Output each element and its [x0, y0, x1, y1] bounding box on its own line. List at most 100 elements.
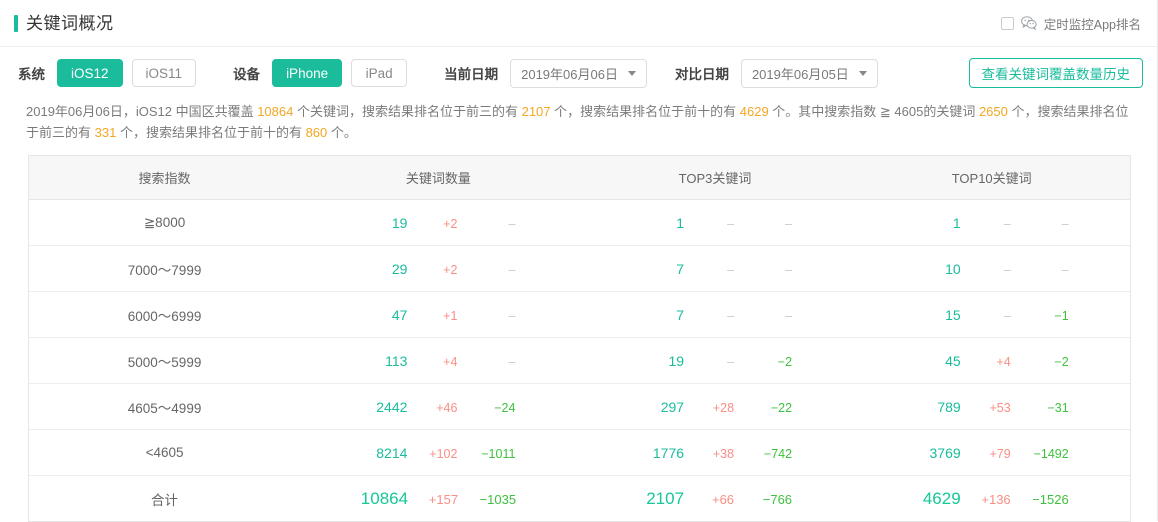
- monitor-checkbox[interactable]: [1001, 17, 1014, 30]
- device-option-ipad[interactable]: iPad: [351, 59, 407, 87]
- table-header-row: 搜索指数 关键词数量 TOP3关键词 TOP10关键词: [29, 156, 1130, 200]
- metric-value: 1: [915, 215, 961, 231]
- metric-value: 8214: [361, 445, 407, 461]
- system-option-ios12[interactable]: iOS12: [57, 59, 123, 87]
- panel-header: 关键词概况 定时监控App排名: [0, 0, 1157, 47]
- table-row: ≧800019+2–1––1––: [29, 200, 1130, 246]
- search-index-label: 6000～6999: [128, 309, 202, 324]
- summary-indexed-top3: 331: [95, 125, 117, 140]
- filter-bar: 系统 iOS12 iOS11 设备 iPhone iPad 当前日期 2019年…: [0, 47, 1157, 99]
- summary-top10-count: 4629: [740, 104, 769, 119]
- metric-value: 29: [361, 261, 407, 277]
- table-body: ≧800019+2–1––1––7000～799929+2–7––10––600…: [29, 200, 1130, 522]
- cell-search-index: <4605: [29, 430, 300, 476]
- metric-delta-up: +79: [961, 447, 1011, 461]
- compare-date-select[interactable]: 2019年06月05日: [741, 59, 878, 88]
- metric-group: 4629+136−1526: [853, 489, 1130, 509]
- metric-delta-up: +102: [407, 447, 457, 461]
- metric-group: 2107+66−766: [577, 489, 854, 509]
- table-row: 4605～49992442+46−24297+28−22789+53−31: [29, 384, 1130, 430]
- metric-value: 3769: [915, 445, 961, 461]
- metric-value: 1: [638, 215, 684, 231]
- metric-delta-down: −24: [457, 401, 515, 415]
- cell-search-index: 6000～6999: [29, 292, 300, 338]
- metric-group: 1776+38−742: [577, 445, 854, 461]
- cell-keyword-count: 47+1–: [300, 292, 577, 338]
- cell-top3: 19–−2: [577, 338, 854, 384]
- cell-top10: 4629+136−1526: [853, 476, 1130, 522]
- metric-group: 45+4−2: [853, 353, 1130, 369]
- metric-delta-up: –: [684, 355, 734, 369]
- metric-group: 47+1–: [300, 307, 577, 323]
- system-option-ios11[interactable]: iOS11: [132, 59, 197, 87]
- cell-keyword-count: 19+2–: [300, 200, 577, 246]
- cell-top3: 7––: [577, 292, 854, 338]
- metric-delta-down: –: [1011, 217, 1069, 231]
- table-row: 合计10864+157−10352107+66−7664629+136−1526: [29, 476, 1130, 522]
- metric-delta-up: +38: [684, 447, 734, 461]
- search-index-label: 4605～4999: [128, 401, 202, 416]
- metric-delta-down: –: [734, 263, 792, 277]
- current-date-label: 当前日期: [444, 63, 498, 83]
- keyword-table-container: 搜索指数 关键词数量 TOP3关键词 TOP10关键词 ≧800019+2–1–…: [28, 155, 1131, 522]
- metric-group: 19+2–: [300, 215, 577, 231]
- summary-text: 2019年06月06日，iOS12 中国区共覆盖 10864 个关键词，搜索结果…: [0, 99, 1157, 143]
- device-label: 设备: [233, 63, 260, 83]
- keyword-overview-page: 关键词概况 定时监控App排名 系统 iOS12 iOS11: [0, 0, 1158, 521]
- metric-delta-down: −31: [1011, 401, 1069, 415]
- cell-keyword-count: 10864+157−1035: [300, 476, 577, 522]
- current-date-value: 2019年06月06日: [521, 64, 618, 83]
- cell-top10: 789+53−31: [853, 384, 1130, 430]
- cell-keyword-count: 29+2–: [300, 246, 577, 292]
- compare-date-label: 对比日期: [675, 63, 729, 83]
- metric-delta-up: +136: [961, 492, 1011, 507]
- cell-top10: 10––: [853, 246, 1130, 292]
- page-title-text: 关键词概况: [26, 15, 114, 32]
- column-header-keyword-count: 关键词数量: [300, 156, 577, 200]
- cell-search-index: ≧8000: [29, 200, 300, 246]
- metric-value: 10: [915, 261, 961, 277]
- chevron-down-icon: [628, 71, 636, 76]
- view-coverage-history-button[interactable]: 查看关键词覆盖数量历史: [969, 58, 1144, 88]
- metric-delta-up: –: [961, 217, 1011, 231]
- metric-delta-down: –: [457, 263, 515, 277]
- metric-delta-down: –: [734, 217, 792, 231]
- metric-delta-down: −22: [734, 401, 792, 415]
- device-option-iphone[interactable]: iPhone: [272, 59, 342, 87]
- metric-value: 1776: [638, 445, 684, 461]
- metric-group: 2442+46−24: [300, 399, 577, 415]
- metric-group: 8214+102−1011: [300, 445, 577, 461]
- metric-delta-up: –: [961, 263, 1011, 277]
- metric-value: 2107: [638, 489, 684, 509]
- metric-group: 15–−1: [853, 307, 1130, 323]
- summary-top3-count: 2107: [522, 104, 551, 119]
- cell-keyword-count: 2442+46−24: [300, 384, 577, 430]
- metric-delta-down: −766: [734, 492, 792, 507]
- cell-search-index: 合计: [29, 476, 300, 522]
- current-date-select[interactable]: 2019年06月06日: [510, 59, 647, 88]
- search-index-label: ≧8000: [144, 215, 185, 230]
- metric-group: 1––: [853, 215, 1130, 231]
- metric-delta-up: –: [684, 217, 734, 231]
- monitor-toggle[interactable]: 定时监控App排名: [1001, 14, 1141, 33]
- metric-delta-up: +4: [961, 355, 1011, 369]
- search-index-label: 5000～5999: [128, 355, 202, 370]
- cell-keyword-count: 8214+102−1011: [300, 430, 577, 476]
- cell-top3: 2107+66−766: [577, 476, 854, 522]
- metric-value: 10864: [361, 489, 408, 509]
- summary-part-2: 个关键词，搜索结果排名位于前三的有: [293, 104, 521, 119]
- metric-delta-up: –: [684, 263, 734, 277]
- wechat-icon: [1021, 16, 1037, 30]
- cell-top3: 1776+38−742: [577, 430, 854, 476]
- metric-group: 1––: [577, 215, 854, 231]
- metric-delta-down: −2: [734, 355, 792, 369]
- metric-delta-up: +1: [407, 309, 457, 323]
- summary-part-4: 个。其中搜索指数 ≧ 4605的关键词: [769, 104, 979, 119]
- metric-group: 19–−2: [577, 353, 854, 369]
- metric-delta-down: –: [734, 309, 792, 323]
- table-row: 7000～799929+2–7––10––: [29, 246, 1130, 292]
- metric-value: 4629: [915, 489, 961, 509]
- metric-delta-down: −1035: [458, 492, 516, 507]
- metric-value: 7: [638, 261, 684, 277]
- cell-top10: 1––: [853, 200, 1130, 246]
